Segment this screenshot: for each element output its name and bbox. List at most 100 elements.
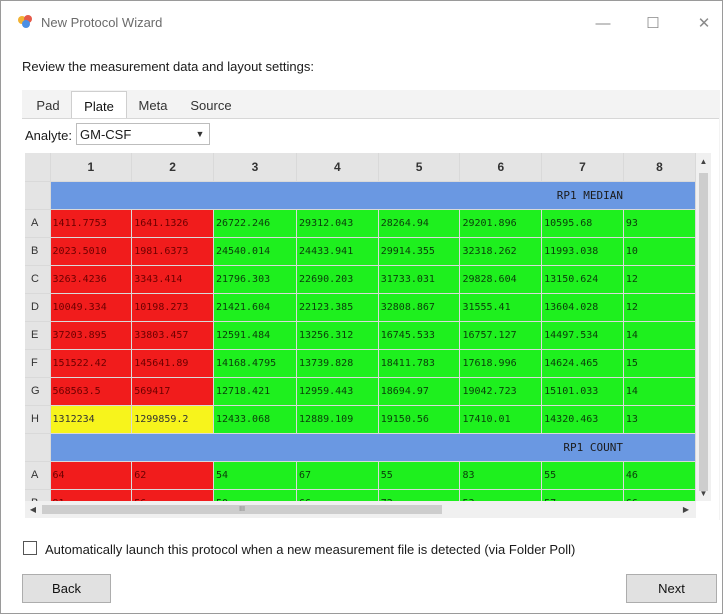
well-cell[interactable]: 10198.273 xyxy=(131,293,214,322)
well-cell[interactable]: 145641.89 xyxy=(131,349,214,378)
well-cell[interactable]: 62 xyxy=(131,461,214,490)
column-header[interactable]: 8 xyxy=(623,153,696,182)
back-button[interactable]: Back xyxy=(22,574,111,603)
row-header[interactable]: A xyxy=(25,209,51,238)
well-cell[interactable]: 14624.465 xyxy=(541,349,624,378)
well-cell[interactable]: 32318.262 xyxy=(459,237,543,266)
chevron-down-icon[interactable]: ▼ xyxy=(191,124,209,144)
well-cell[interactable]: 19150.56 xyxy=(378,405,461,434)
well-cell[interactable]: 1312234 xyxy=(50,405,133,434)
well-cell[interactable]: 16745.533 xyxy=(378,321,461,350)
well-cell[interactable]: 54 xyxy=(213,461,298,490)
well-cell[interactable]: 12718.421 xyxy=(213,377,298,406)
well-cell[interactable]: 31733.031 xyxy=(378,265,461,294)
well-cell[interactable]: 569417 xyxy=(131,377,214,406)
row-header[interactable]: G xyxy=(25,377,51,406)
well-cell[interactable]: 56 xyxy=(131,489,214,501)
well-cell[interactable]: 18694.97 xyxy=(378,377,461,406)
well-cell[interactable]: 13604.028 xyxy=(541,293,624,322)
well-cell[interactable]: 15101.033 xyxy=(541,377,624,406)
row-header[interactable]: B xyxy=(25,489,51,501)
well-cell[interactable]: 14320.463 xyxy=(541,405,624,434)
row-header[interactable]: B xyxy=(25,237,51,266)
well-cell[interactable]: 11993.038 xyxy=(541,237,624,266)
scroll-up-icon[interactable]: ▲ xyxy=(696,153,711,169)
well-cell[interactable]: 64 xyxy=(50,461,133,490)
well-cell[interactable]: 12 xyxy=(623,265,696,294)
column-header[interactable]: 1 xyxy=(50,153,133,182)
well-cell[interactable]: 12591.484 xyxy=(213,321,298,350)
well-cell[interactable]: 16757.127 xyxy=(459,321,543,350)
well-cell[interactable]: 21421.604 xyxy=(213,293,298,322)
tab-pad[interactable]: Pad xyxy=(26,92,70,118)
column-header[interactable]: 4 xyxy=(296,153,379,182)
well-cell[interactable]: 10049.334 xyxy=(50,293,133,322)
tab-plate[interactable]: Plate xyxy=(71,91,127,120)
row-header[interactable]: H xyxy=(25,405,51,434)
row-header[interactable]: C xyxy=(25,265,51,294)
well-cell[interactable]: 12 xyxy=(623,293,696,322)
well-cell[interactable]: 22690.203 xyxy=(296,265,379,294)
well-cell[interactable]: 22123.385 xyxy=(296,293,379,322)
well-cell[interactable]: 14 xyxy=(623,321,696,350)
well-cell[interactable]: 13256.312 xyxy=(296,321,379,350)
column-header[interactable]: 2 xyxy=(131,153,214,182)
horizontal-scrollbar[interactable]: ◀ III ▶ xyxy=(25,501,696,518)
well-cell[interactable]: 31555.41 xyxy=(459,293,543,322)
close-button[interactable]: ✕ xyxy=(689,11,719,35)
well-cell[interactable]: 1641.1326 xyxy=(131,209,214,238)
well-cell[interactable]: 50 xyxy=(213,489,298,501)
horizontal-scroll-thumb[interactable]: III xyxy=(42,505,442,514)
column-header[interactable]: 5 xyxy=(378,153,461,182)
well-cell[interactable]: 55 xyxy=(541,461,624,490)
maximize-button[interactable]: ☐ xyxy=(638,11,668,35)
well-cell[interactable]: 13739.828 xyxy=(296,349,379,378)
well-cell[interactable]: 46 xyxy=(623,461,696,490)
well-cell[interactable]: 55 xyxy=(378,461,461,490)
well-cell[interactable]: 26722.246 xyxy=(213,209,298,238)
well-cell[interactable]: 18411.783 xyxy=(378,349,461,378)
well-cell[interactable]: 21796.303 xyxy=(213,265,298,294)
well-cell[interactable]: 14497.534 xyxy=(541,321,624,350)
well-cell[interactable]: 33803.457 xyxy=(131,321,214,350)
minimize-button[interactable]: — xyxy=(588,11,618,35)
well-cell[interactable]: 12889.109 xyxy=(296,405,379,434)
column-header[interactable]: 7 xyxy=(541,153,624,182)
well-cell[interactable]: 3263.4236 xyxy=(50,265,133,294)
well-cell[interactable]: 37203.895 xyxy=(50,321,133,350)
well-cell[interactable]: 17618.996 xyxy=(459,349,543,378)
well-cell[interactable]: 19042.723 xyxy=(459,377,543,406)
well-cell[interactable]: 72 xyxy=(378,489,461,501)
well-cell[interactable]: 93 xyxy=(623,209,696,238)
well-cell[interactable]: 17410.01 xyxy=(459,405,543,434)
well-cell[interactable]: 14 xyxy=(623,377,696,406)
tab-source[interactable]: Source xyxy=(181,92,241,118)
well-cell[interactable]: 15 xyxy=(623,349,696,378)
well-cell[interactable]: 1981.6373 xyxy=(131,237,214,266)
well-cell[interactable]: 12433.068 xyxy=(213,405,298,434)
well-cell[interactable]: 28264.94 xyxy=(378,209,461,238)
column-header[interactable]: 6 xyxy=(459,153,543,182)
well-cell[interactable]: 568563.5 xyxy=(50,377,133,406)
well-cell[interactable]: 67 xyxy=(296,461,379,490)
row-header[interactable]: E xyxy=(25,321,51,350)
row-header[interactable]: F xyxy=(25,349,51,378)
row-header[interactable]: A xyxy=(25,461,51,490)
next-button[interactable]: Next xyxy=(626,574,717,603)
auto-launch-checkbox[interactable] xyxy=(23,541,37,555)
well-cell[interactable]: 3343.414 xyxy=(131,265,214,294)
well-cell[interactable]: 14168.4795 xyxy=(213,349,298,378)
well-cell[interactable]: 10595.68 xyxy=(541,209,624,238)
plate-grid[interactable]: 1 2 3 4 5 6 7 8 RP1 MEDIAN A 1411.7753 1641.1326 267… xyxy=(25,153,696,501)
well-cell[interactable]: 29828.604 xyxy=(459,265,543,294)
scroll-right-icon[interactable]: ▶ xyxy=(678,501,694,518)
well-cell[interactable]: 57 xyxy=(541,489,624,501)
well-cell[interactable]: 66 xyxy=(623,489,696,501)
well-cell[interactable]: 91 xyxy=(50,489,133,501)
scroll-down-icon[interactable]: ▼ xyxy=(696,485,711,501)
well-cell[interactable]: 1411.7753 xyxy=(50,209,133,238)
well-cell[interactable]: 13150.624 xyxy=(541,265,624,294)
tab-meta[interactable]: Meta xyxy=(127,92,179,118)
vertical-scrollbar[interactable]: ▲ ▼ xyxy=(696,153,711,501)
well-cell[interactable]: 29201.896 xyxy=(459,209,543,238)
